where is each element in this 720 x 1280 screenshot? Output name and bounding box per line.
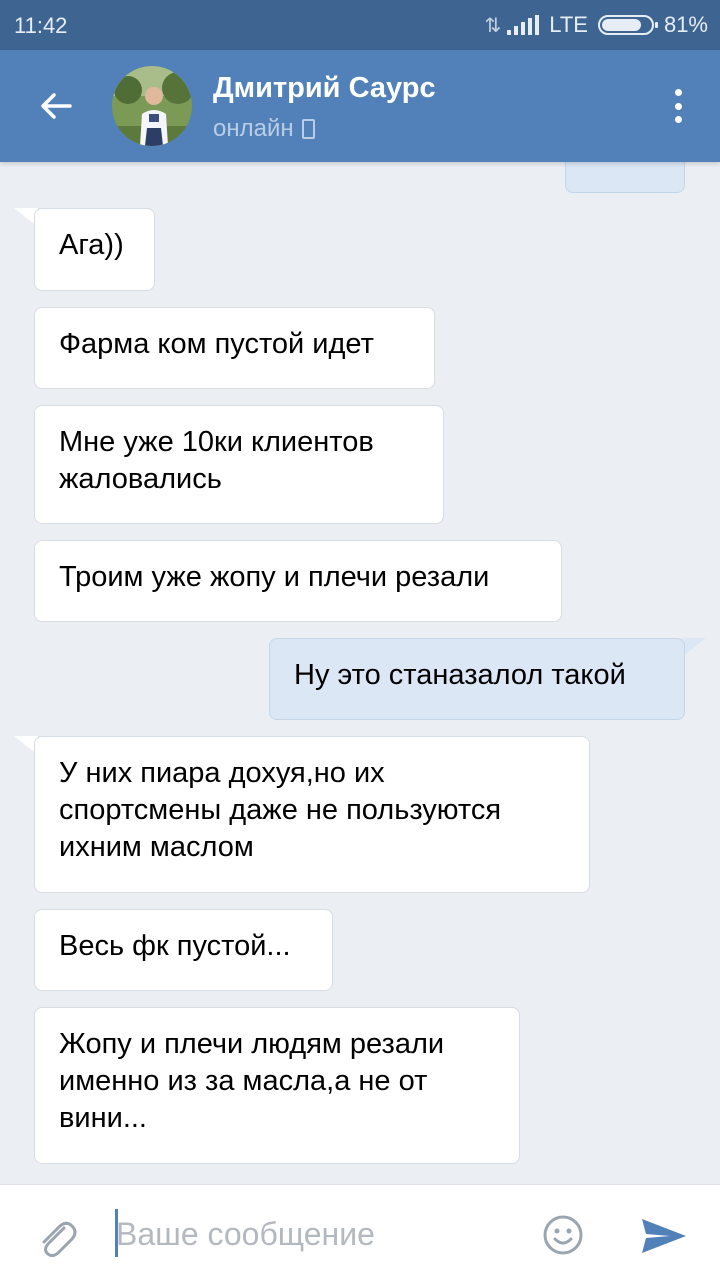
message-line: спортсмены даже не пользуются xyxy=(59,794,502,826)
contact-name[interactable]: Дмитрий Саурс xyxy=(213,72,436,105)
data-arrows-icon: ⇅ xyxy=(484,14,501,37)
message-line: вини... xyxy=(59,1102,147,1134)
more-options-icon[interactable] xyxy=(668,86,688,126)
chat-header: Дмитрий Саурс онлайн xyxy=(0,50,720,162)
avatar-photo xyxy=(112,66,192,146)
message-bubble[interactable]: Фарма ком пустой идет xyxy=(34,307,435,389)
message-line: Ну это станазалол такой xyxy=(294,659,626,691)
message-bubble[interactable]: Троим уже жопу и плечи резали xyxy=(34,540,562,622)
message-bubble[interactable]: Жопу и плечи людям резали именно из за м… xyxy=(34,1007,520,1164)
message-line: именно из за масла,а не от xyxy=(59,1065,428,1097)
message-bubble[interactable]: Мне уже 10ки клиентов жаловались xyxy=(34,405,444,524)
bubble-tail xyxy=(682,638,706,657)
message-line: ихним маслом xyxy=(59,831,254,863)
message-bubble[interactable]: Весь фк пустой... xyxy=(34,909,333,991)
message-line: У них пиара дохуя,но их xyxy=(59,757,385,789)
status-time: 11:42 xyxy=(14,13,68,38)
message-bubble[interactable]: У них пиара дохуя,но их спортсмены даже … xyxy=(34,736,590,893)
message-input[interactable] xyxy=(116,1209,516,1259)
message-line: Ага)) xyxy=(59,229,124,261)
back-arrow-icon[interactable] xyxy=(36,86,76,126)
message-composer xyxy=(0,1184,720,1280)
network-type: LTE xyxy=(549,12,588,37)
message-line: Весь фк пустой... xyxy=(59,930,291,962)
signal-icon xyxy=(507,15,540,35)
message-line: жаловались xyxy=(59,463,222,495)
message-line: Мне уже 10ки клиентов xyxy=(59,426,374,458)
send-icon[interactable] xyxy=(640,1217,688,1255)
message-bubble[interactable]: Ага)) xyxy=(34,208,155,291)
smiley-icon[interactable] xyxy=(542,1214,584,1256)
status-icons: ⇅ LTE 81% xyxy=(484,12,708,38)
battery-percent: 81% xyxy=(663,12,708,37)
mobile-icon xyxy=(301,119,315,139)
status-bar: 11:42 ⇅ LTE 81% xyxy=(0,0,720,50)
message-bubble-outgoing[interactable]: Ну это станазалол такой xyxy=(269,638,685,720)
paperclip-icon[interactable] xyxy=(34,1215,80,1261)
battery-icon xyxy=(597,15,658,35)
contact-status-text: онлайн xyxy=(213,115,294,142)
message-line: Жопу и плечи людям резали xyxy=(59,1028,445,1060)
message-line: Фарма ком пустой идет xyxy=(59,328,374,360)
contact-status: онлайн xyxy=(213,115,315,143)
message-line: Троим уже жопу и плечи резали xyxy=(59,561,490,593)
avatar[interactable] xyxy=(112,66,192,146)
